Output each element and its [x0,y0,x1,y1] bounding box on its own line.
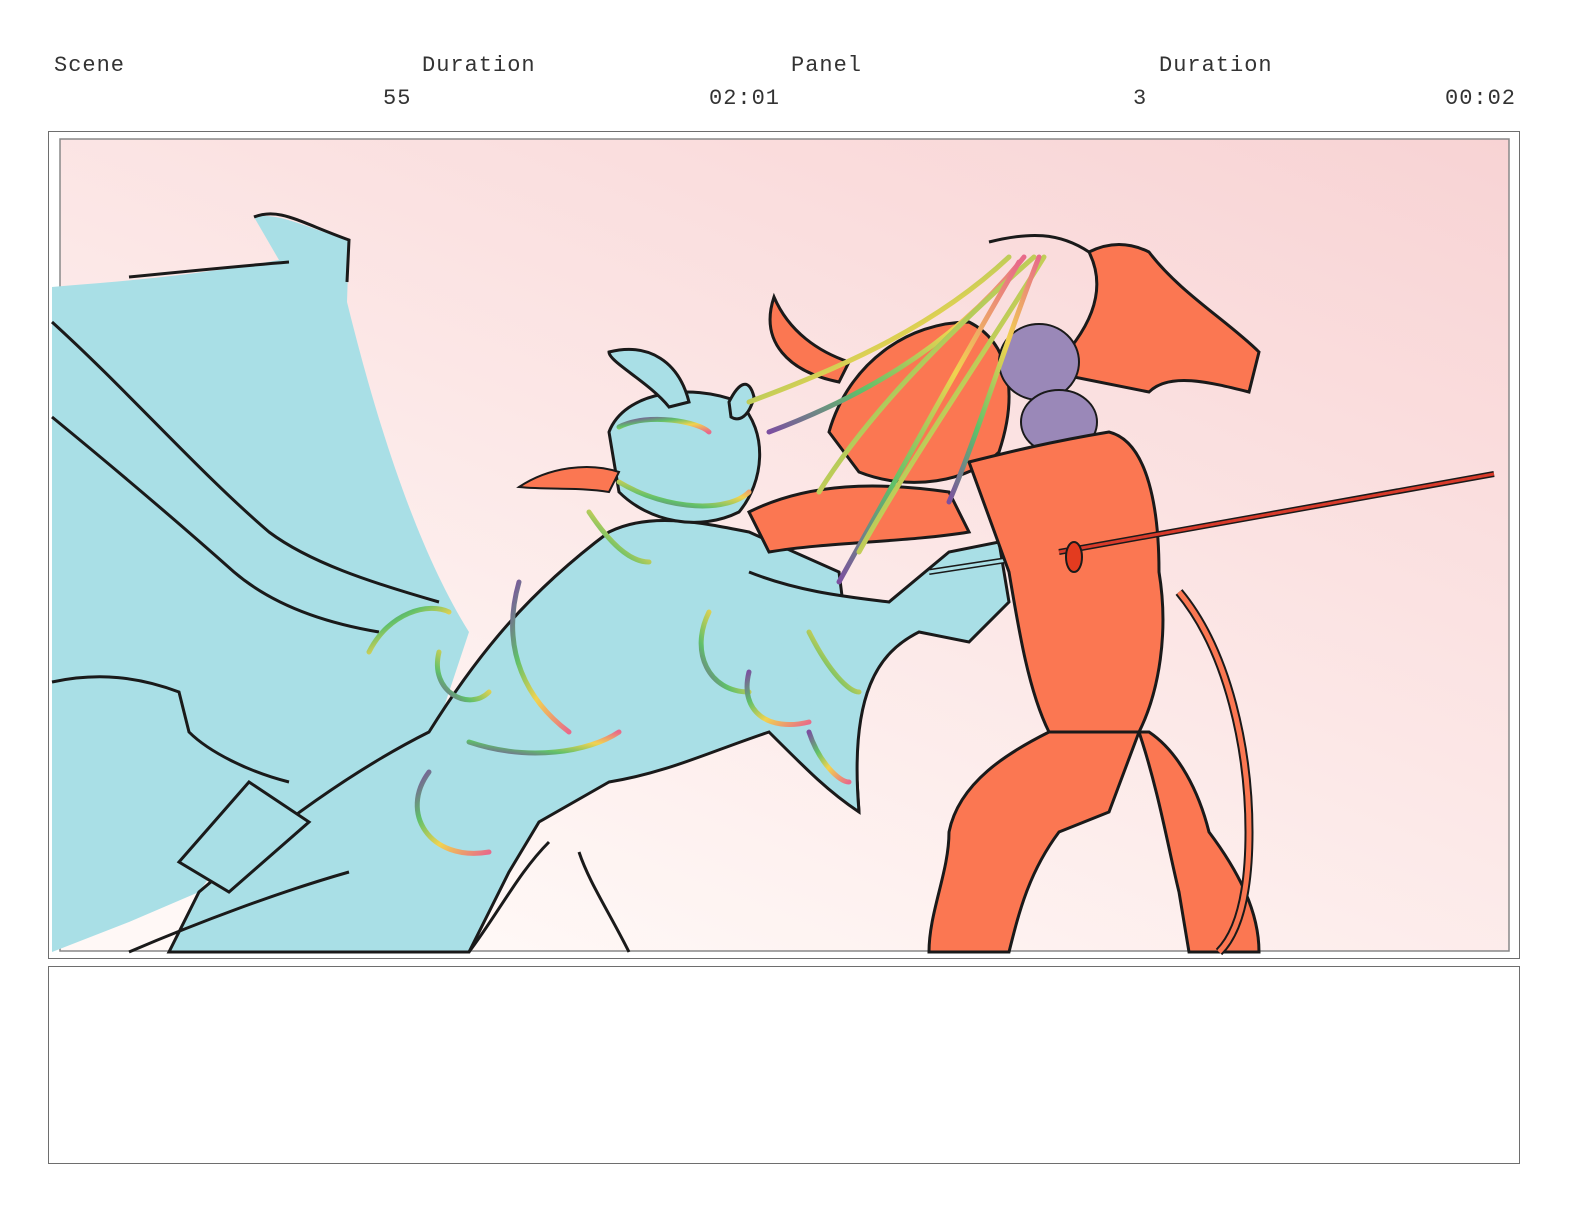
panel-duration-label: Duration [1159,53,1273,78]
storyboard-panel [48,131,1520,959]
wound-mark [1065,541,1083,573]
scene-number: 55 [383,86,412,111]
panel-number: 3 [1133,86,1148,111]
panel-duration-value: 00:02 [1445,86,1517,111]
scene-label: Scene [54,53,126,78]
scene-duration-label: Duration [422,53,536,78]
panel-label: Panel [791,53,863,78]
panel-artwork [50,138,1510,956]
scene-duration-value: 02:01 [709,86,781,111]
panel-notes-box[interactable] [48,966,1520,1164]
